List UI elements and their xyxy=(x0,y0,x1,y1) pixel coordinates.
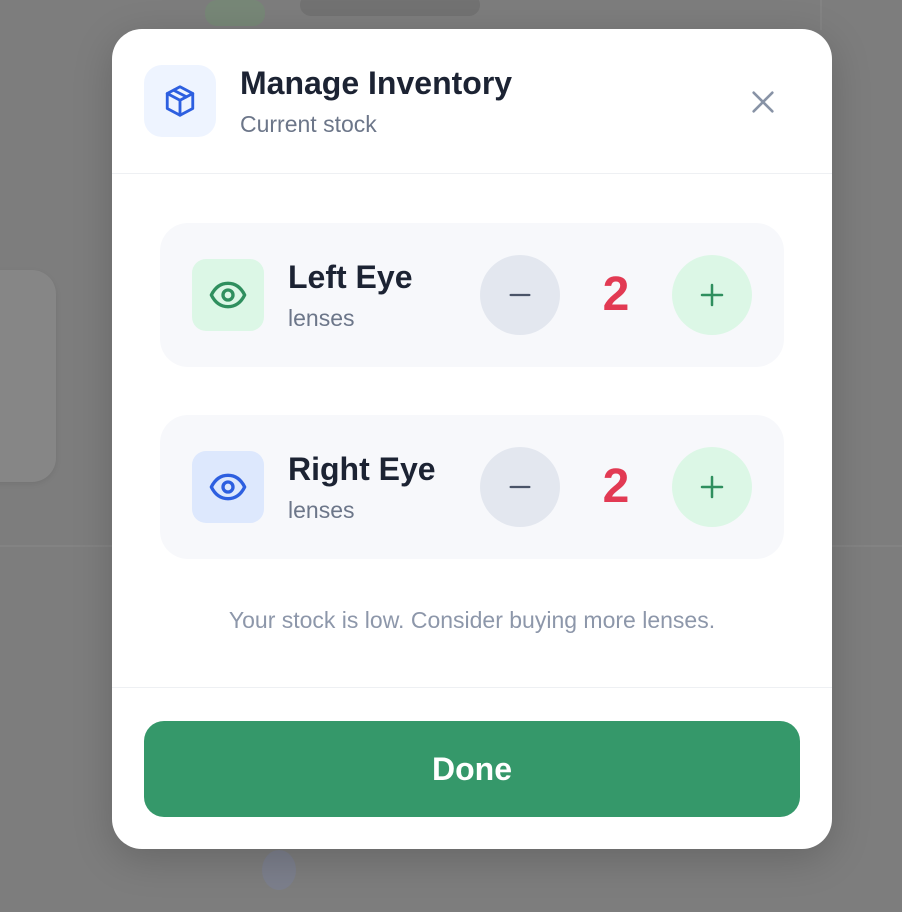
inventory-item-left-eye: Left Eye lenses 2 xyxy=(160,223,784,367)
item-name: Right Eye xyxy=(288,451,436,487)
decrement-button[interactable] xyxy=(480,255,560,335)
minus-icon xyxy=(509,485,531,489)
increment-button[interactable] xyxy=(672,255,752,335)
close-button[interactable] xyxy=(742,81,784,123)
eye-icon xyxy=(192,259,264,331)
plus-icon xyxy=(700,475,724,499)
background-decoration xyxy=(262,850,296,890)
increment-button[interactable] xyxy=(672,447,752,527)
background-decoration xyxy=(820,0,822,30)
modal-title: Manage Inventory xyxy=(240,65,513,101)
background-decoration xyxy=(205,0,265,26)
close-icon xyxy=(752,91,774,113)
inventory-modal: Manage Inventory Current stock Left Eye … xyxy=(112,29,832,849)
decrement-button[interactable] xyxy=(480,447,560,527)
minus-icon xyxy=(509,293,531,297)
item-name: Left Eye xyxy=(288,259,413,295)
inventory-item-right-eye: Right Eye lenses 2 xyxy=(160,415,784,559)
done-button[interactable]: Done xyxy=(144,721,800,817)
modal-header: Manage Inventory Current stock xyxy=(112,29,832,174)
low-stock-note: Your stock is low. Consider buying more … xyxy=(228,607,716,633)
package-box-icon xyxy=(144,65,216,137)
stock-count: 2 xyxy=(602,268,630,321)
item-unit: lenses xyxy=(288,305,355,331)
footer-divider xyxy=(112,687,832,688)
item-unit: lenses xyxy=(288,497,355,523)
stock-count: 2 xyxy=(602,460,630,513)
background-card xyxy=(0,270,56,482)
modal-subtitle: Current stock xyxy=(240,111,377,137)
background-decoration xyxy=(300,0,480,16)
eye-icon xyxy=(192,451,264,523)
plus-icon xyxy=(700,283,724,307)
